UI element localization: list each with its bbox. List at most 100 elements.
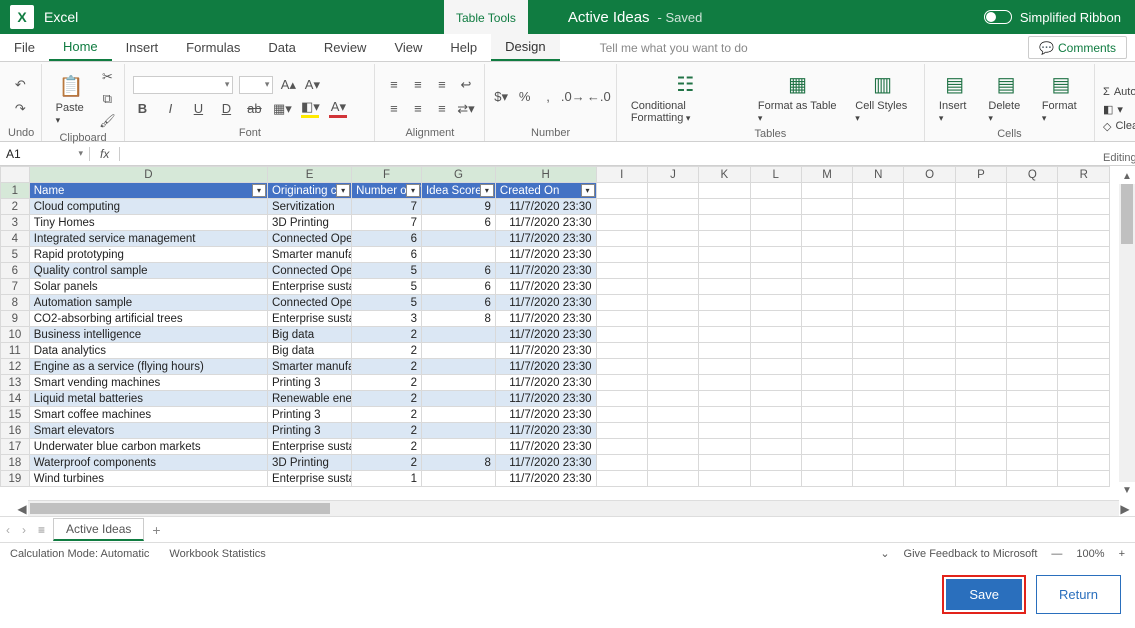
cell[interactable]	[699, 215, 750, 231]
cell[interactable]	[1007, 423, 1058, 439]
cell[interactable]: CO2-absorbing artificial trees	[29, 311, 267, 327]
cell[interactable]	[904, 279, 955, 295]
cell[interactable]: 7	[352, 215, 422, 231]
cell[interactable]	[955, 343, 1006, 359]
scroll-down-icon[interactable]: ▼	[1119, 482, 1135, 498]
cell[interactable]	[1007, 375, 1058, 391]
cell[interactable]	[647, 359, 698, 375]
cell[interactable]	[750, 423, 801, 439]
row-header[interactable]: 18	[1, 455, 30, 471]
italic-button[interactable]: I	[161, 100, 179, 118]
cell[interactable]	[750, 391, 801, 407]
cell[interactable]	[853, 279, 904, 295]
add-sheet-button[interactable]: +	[152, 522, 160, 538]
row-header[interactable]: 7	[1, 279, 30, 295]
cell[interactable]	[1007, 327, 1058, 343]
cell[interactable]	[647, 247, 698, 263]
cell[interactable]	[699, 343, 750, 359]
cell[interactable]	[853, 455, 904, 471]
name-box[interactable]: A1	[0, 147, 90, 161]
cell[interactable]: Waterproof components	[29, 455, 267, 471]
cell[interactable]	[955, 247, 1006, 263]
cell[interactable]: 11/7/2020 23:30	[495, 391, 596, 407]
cell[interactable]	[1007, 391, 1058, 407]
cell[interactable]: Underwater blue carbon markets	[29, 439, 267, 455]
redo-button[interactable]: ↷	[11, 100, 29, 118]
tab-insert[interactable]: Insert	[112, 34, 173, 61]
cell[interactable]: Engine as a service (flying hours)	[29, 359, 267, 375]
cell[interactable]	[750, 183, 801, 199]
merge-button[interactable]: ⇄▾	[457, 100, 475, 118]
cell[interactable]	[699, 231, 750, 247]
cell[interactable]: 11/7/2020 23:30	[495, 279, 596, 295]
cell[interactable]: Smart elevators	[29, 423, 267, 439]
cell[interactable]	[647, 199, 698, 215]
column-header[interactable]: H	[495, 167, 596, 183]
worksheet-grid[interactable]: DEFGHIJKLMNOPQR1NameOriginating clNumber…	[0, 166, 1135, 500]
cell[interactable]	[904, 455, 955, 471]
zoom-out-button[interactable]: —	[1051, 548, 1062, 560]
cell[interactable]: Wind turbines	[29, 471, 267, 487]
cell[interactable]	[647, 327, 698, 343]
row-header[interactable]: 16	[1, 423, 30, 439]
cell[interactable]: 11/7/2020 23:30	[495, 295, 596, 311]
cell[interactable]	[596, 231, 647, 247]
cell[interactable]	[904, 295, 955, 311]
table-column-header[interactable]: Number of V	[352, 183, 422, 199]
cell[interactable]	[699, 263, 750, 279]
cell[interactable]	[699, 439, 750, 455]
cell[interactable]	[853, 471, 904, 487]
cell[interactable]: 11/7/2020 23:30	[495, 375, 596, 391]
scroll-up-icon[interactable]: ▲	[1119, 168, 1135, 184]
align-middle-button[interactable]: ≡	[409, 76, 427, 94]
cell[interactable]	[647, 423, 698, 439]
cell[interactable]: Smart coffee machines	[29, 407, 267, 423]
cell[interactable]	[853, 343, 904, 359]
cell[interactable]	[750, 231, 801, 247]
border-button[interactable]: ▦▾	[273, 100, 291, 118]
cut-button[interactable]: ✂	[98, 68, 116, 86]
cell[interactable]	[699, 471, 750, 487]
filter-dropdown-icon[interactable]	[581, 184, 595, 197]
row-header[interactable]: 11	[1, 343, 30, 359]
cell[interactable]	[1058, 279, 1110, 295]
align-top-button[interactable]: ≡	[385, 76, 403, 94]
cell[interactable]	[699, 455, 750, 471]
cell[interactable]	[647, 455, 698, 471]
cell[interactable]: 8	[421, 311, 495, 327]
cell[interactable]: Enterprise susta	[267, 311, 351, 327]
cell[interactable]	[1007, 439, 1058, 455]
cell[interactable]	[955, 327, 1006, 343]
cell[interactable]	[596, 423, 647, 439]
fill-color-button[interactable]: ◧▾	[301, 100, 319, 118]
cell[interactable]	[801, 407, 852, 423]
cell[interactable]: 5	[352, 279, 422, 295]
cell[interactable]	[853, 183, 904, 199]
cell[interactable]: 6	[421, 295, 495, 311]
cell[interactable]	[801, 343, 852, 359]
cell[interactable]	[1007, 359, 1058, 375]
cell[interactable]: 5	[352, 263, 422, 279]
cell[interactable]	[801, 359, 852, 375]
cell[interactable]: 11/7/2020 23:30	[495, 343, 596, 359]
cell[interactable]	[421, 439, 495, 455]
cell[interactable]: 11/7/2020 23:30	[495, 199, 596, 215]
cell[interactable]	[955, 407, 1006, 423]
row-header[interactable]: 13	[1, 375, 30, 391]
cell[interactable]	[699, 375, 750, 391]
cell[interactable]	[699, 391, 750, 407]
cell[interactable]	[801, 247, 852, 263]
row-header[interactable]: 19	[1, 471, 30, 487]
row-header[interactable]: 3	[1, 215, 30, 231]
table-column-header[interactable]: Name	[29, 183, 267, 199]
cell[interactable]: 8	[421, 455, 495, 471]
cell[interactable]	[596, 263, 647, 279]
cell[interactable]: 6	[352, 247, 422, 263]
cell[interactable]	[904, 215, 955, 231]
cell[interactable]: 3	[352, 311, 422, 327]
cell[interactable]	[904, 263, 955, 279]
cell[interactable]	[1058, 471, 1110, 487]
cell[interactable]: 7	[352, 199, 422, 215]
cell[interactable]	[955, 311, 1006, 327]
return-button[interactable]: Return	[1036, 575, 1121, 614]
